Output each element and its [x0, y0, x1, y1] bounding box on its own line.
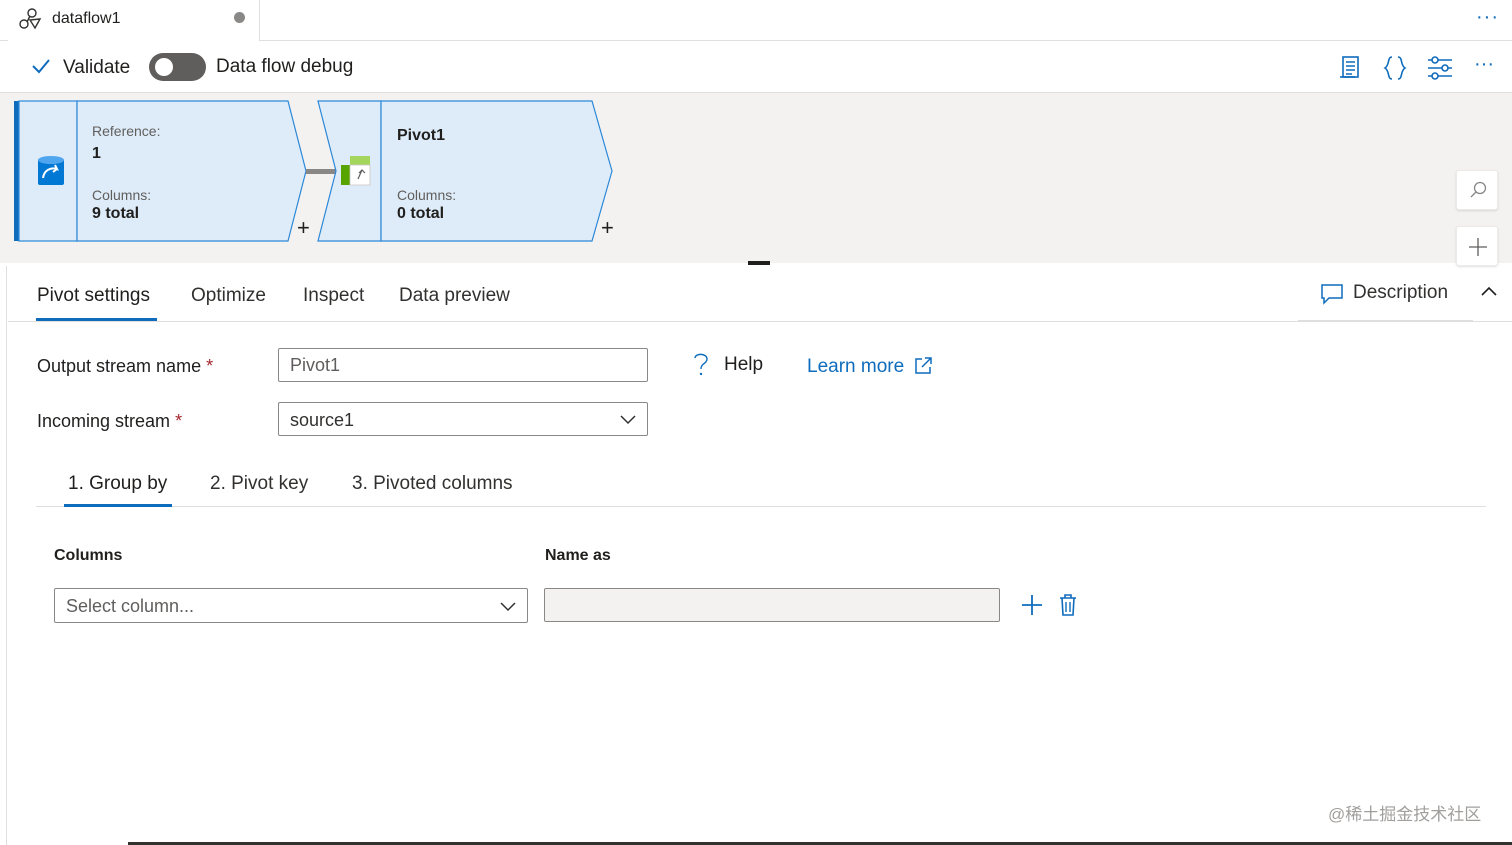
tab-optimize[interactable]: Optimize — [191, 285, 266, 307]
group-by-column-dropdown[interactable]: Select column... — [54, 588, 528, 623]
data-flow-debug-toggle[interactable] — [149, 53, 206, 81]
panel-left-border — [6, 266, 7, 845]
column-placeholder: Select column... — [66, 596, 195, 616]
tab-pivot-key[interactable]: 2. Pivot key — [210, 473, 308, 495]
external-link-icon — [915, 357, 932, 374]
dataflow-canvas[interactable]: Reference: 1 Columns: 9 total + Pivot1 C… — [0, 93, 1512, 266]
pivot-columns-value: 0 total — [397, 205, 445, 222]
help-link[interactable]: Help — [724, 354, 763, 376]
source-database-icon — [38, 156, 64, 185]
document-tab-title: dataflow1 — [52, 10, 121, 27]
pivot-node-name: Pivot1 — [397, 127, 446, 144]
node-connector — [306, 169, 338, 174]
code-icon[interactable] — [1380, 53, 1410, 83]
search-icon — [1470, 181, 1487, 198]
tab-pivot-settings[interactable]: Pivot settings — [37, 285, 150, 307]
incoming-stream-label-text: Incoming stream — [37, 411, 171, 431]
incoming-stream-label: Incoming stream * — [37, 411, 182, 432]
data-flow-debug-label: Data flow debug — [216, 56, 354, 77]
source-columns-label: Columns: — [92, 187, 152, 203]
source-reference-value: 1 — [92, 145, 101, 162]
splitter-handle[interactable] — [748, 261, 770, 265]
add-row-icon[interactable] — [1020, 593, 1044, 617]
dataflow-graph — [14, 100, 613, 242]
pivot-columns-label: Columns: — [397, 187, 457, 203]
document-tab-bar: dataflow1 ··· — [0, 0, 1512, 41]
required-indicator: * — [206, 356, 214, 376]
source-add-transform-button[interactable]: + — [297, 215, 310, 241]
toolbar: Validate Data flow debug ··· — [0, 41, 1512, 93]
incoming-stream-dropdown[interactable]: source1 — [278, 402, 648, 436]
delete-icon[interactable] — [1057, 593, 1079, 617]
tab-group-by[interactable]: 1. Group by — [68, 473, 167, 495]
source-reference-label: Reference: — [92, 123, 161, 139]
output-stream-label: Output stream name * — [37, 356, 213, 377]
more-icon[interactable]: ··· — [1476, 6, 1499, 29]
settings-panel-tabs: Pivot settings Optimize Inspect Data pre… — [8, 266, 1512, 322]
canvas-zoom-in-button[interactable] — [1456, 226, 1498, 266]
canvas-search-button[interactable] — [1456, 170, 1498, 210]
pivot-add-transform-button[interactable]: + — [601, 215, 614, 241]
tab-data-preview[interactable]: Data preview — [399, 285, 510, 307]
active-tab-indicator — [36, 318, 157, 321]
checkmark-icon — [32, 59, 50, 74]
output-stream-name-input[interactable] — [278, 348, 648, 382]
name-as-header: Name as — [545, 547, 611, 564]
validate-button[interactable]: Validate — [63, 57, 130, 79]
source-columns-value: 9 total — [92, 205, 140, 222]
chevron-down-icon — [500, 602, 516, 612]
name-as-input[interactable] — [544, 588, 1000, 622]
tab-inspect[interactable]: Inspect — [303, 285, 364, 307]
columns-header: Columns — [54, 547, 123, 564]
document-tab[interactable]: dataflow1 — [8, 0, 260, 41]
plus-icon — [1469, 238, 1487, 256]
description-label: Description — [1353, 282, 1449, 303]
subtab-divider — [36, 506, 1486, 507]
toolbar-more-icon[interactable]: ··· — [1474, 53, 1494, 76]
required-indicator: * — [175, 411, 183, 431]
script-icon[interactable] — [1335, 53, 1365, 83]
tab-pivoted-columns[interactable]: 3. Pivoted columns — [352, 473, 513, 495]
chevron-up-icon[interactable] — [1480, 284, 1498, 298]
description-button[interactable]: Description — [1298, 266, 1473, 321]
learn-more-link[interactable]: Learn more — [807, 356, 904, 378]
chevron-down-icon — [620, 415, 636, 425]
toggle-knob — [155, 58, 173, 76]
incoming-stream-value: source1 — [290, 410, 355, 430]
settings-sliders-icon[interactable] — [1425, 53, 1455, 83]
output-stream-label-text: Output stream name — [37, 356, 202, 376]
comment-icon — [1321, 284, 1343, 305]
help-icon[interactable] — [690, 350, 712, 378]
watermark: @稀土掘金技术社区 — [1328, 805, 1482, 824]
dataflow-icon — [19, 8, 42, 30]
unsaved-indicator — [234, 12, 245, 23]
active-subtab-indicator — [64, 504, 172, 507]
